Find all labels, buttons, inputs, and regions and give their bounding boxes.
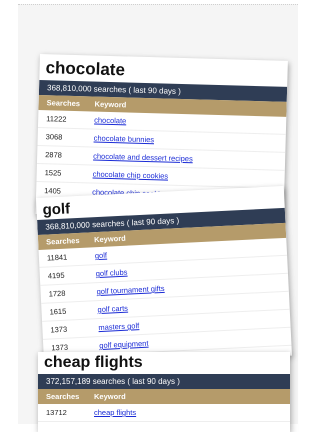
top-divider <box>18 4 298 5</box>
searches-header: Searches <box>46 392 80 401</box>
card-title: cheap flights <box>44 354 143 371</box>
search-count: 13712 <box>46 408 67 417</box>
keyword-card-cheap-flights: cheap flights 372,157,189 searches ( las… <box>38 352 290 432</box>
search-count: 1373 <box>50 324 68 335</box>
search-count: 1525 <box>44 168 62 178</box>
search-count: 1615 <box>49 306 67 317</box>
search-count: 2878 <box>45 150 62 160</box>
search-count: 1728 <box>48 288 66 299</box>
keyword-card-golf: golf 368,810,000 searches ( last 90 days… <box>36 185 293 368</box>
search-count: 11841 <box>46 252 68 263</box>
search-count-bar: 372,157,189 searches ( last 90 days ) <box>38 374 290 389</box>
search-count: 3068 <box>45 132 63 142</box>
search-count: 4195 <box>47 270 65 281</box>
keyword-header: Keyword <box>94 392 126 401</box>
searches-header: Searches <box>46 98 81 109</box>
search-count: 11222 <box>46 114 67 124</box>
keyword-link[interactable]: chocolate bunnies <box>88 133 286 148</box>
search-count: 1405 <box>44 186 61 196</box>
keyword-link[interactable]: chocolate and dessert recipes <box>87 151 285 166</box>
table-row: 13712 cheap flights <box>38 404 290 422</box>
keyword-link[interactable]: chocolate <box>88 115 286 130</box>
searches-header: Searches <box>45 235 80 247</box>
keyword-link[interactable]: cheap flights <box>88 408 290 417</box>
table-header: Searches Keyword <box>38 389 290 404</box>
keyword-link[interactable]: chocolate chip cookies <box>87 169 285 184</box>
